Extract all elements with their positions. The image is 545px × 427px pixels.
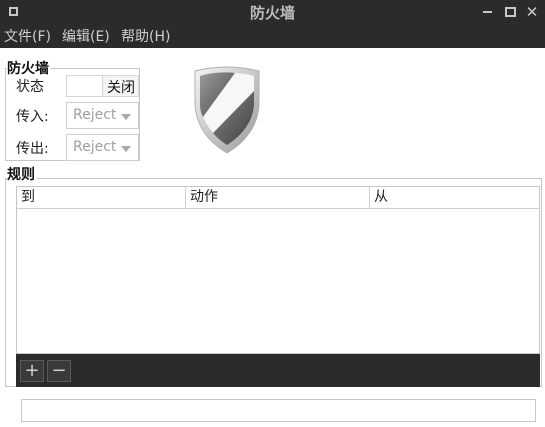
menu-file[interactable]: 文件(F) [4, 26, 51, 46]
outgoing-label: 传出: [16, 141, 49, 157]
column-header-action[interactable]: 动作 [186, 187, 370, 208]
menu-help[interactable]: 帮助(H) [121, 26, 170, 46]
incoming-policy-value: Reject [73, 107, 117, 123]
toggle-knob [67, 76, 103, 96]
incoming-label: 传入: [16, 109, 49, 125]
firewall-section-label: 防火墙 [7, 58, 51, 78]
menu-bar: 文件(F) 编辑(E) 帮助(H) [0, 24, 545, 48]
outgoing-policy-select[interactable]: Reject [66, 134, 139, 161]
close-icon[interactable]: ✕ [521, 0, 543, 24]
rules-section-label: 规则 [7, 164, 37, 184]
status-toggle[interactable]: 关闭 [66, 75, 139, 97]
column-header-from[interactable]: 从 [370, 187, 540, 208]
window-title: 防火墙 [249, 4, 295, 22]
chevron-down-icon [121, 146, 131, 152]
maximize-icon[interactable] [499, 0, 521, 24]
outgoing-policy-value: Reject [73, 139, 117, 155]
rules-toolbar: + − [16, 354, 540, 387]
title-bar: 防火墙 ✕ [0, 0, 545, 24]
column-header-to[interactable]: 到 [17, 187, 186, 208]
menu-edit[interactable]: 编辑(E) [62, 26, 110, 46]
shield-icon [194, 66, 260, 154]
rules-table-header: 到 动作 从 [17, 187, 539, 209]
status-label: 状态 [16, 79, 44, 95]
minimize-icon[interactable] [476, 0, 498, 24]
incoming-policy-select[interactable]: Reject [66, 102, 139, 129]
chevron-down-icon [121, 114, 131, 120]
rules-table[interactable]: 到 动作 从 [16, 186, 540, 354]
remove-rule-button[interactable]: − [47, 360, 71, 382]
status-value: 关闭 [107, 80, 135, 96]
status-bar [21, 399, 536, 422]
add-rule-button[interactable]: + [20, 360, 44, 382]
